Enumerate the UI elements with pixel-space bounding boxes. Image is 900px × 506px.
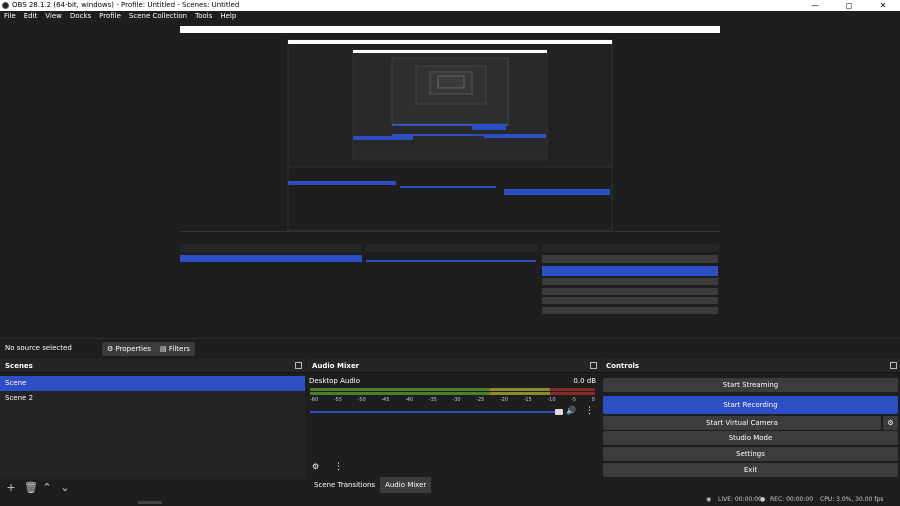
audio-mixer-title: Audio Mixer: [312, 362, 360, 370]
menu-view[interactable]: View: [41, 11, 66, 22]
mixer-menu-icon[interactable]: ⋮: [334, 462, 343, 472]
settings-button[interactable]: Settings: [603, 447, 898, 461]
meter-tick: -25: [476, 397, 485, 403]
start-virtual-camera-button[interactable]: Start Virtual Camera: [603, 416, 881, 430]
audio-mixer-dock: Audio Mixer Desktop Audio 0.0 dB -60 -55…: [307, 359, 600, 493]
virtual-camera-settings-button[interactable]: ⚙: [883, 416, 898, 430]
menu-edit[interactable]: Edit: [20, 11, 42, 22]
meter-tick: -30: [452, 397, 461, 403]
live-indicator-icon: ◉: [706, 496, 712, 503]
properties-label: Properties: [115, 345, 151, 353]
meter-tick: -20: [499, 397, 509, 403]
more-options-icon[interactable]: ⋮: [585, 406, 594, 416]
meter-tick: -40: [404, 397, 414, 403]
start-recording-button[interactable]: Start Recording: [603, 396, 898, 414]
filter-icon: ▤: [160, 345, 167, 353]
filters-label: Filters: [168, 345, 190, 353]
studio-mode-button[interactable]: Studio Mode: [603, 431, 898, 445]
menu-profile[interactable]: Profile: [95, 11, 125, 22]
exit-button[interactable]: Exit: [603, 463, 898, 477]
meter-tick: -15: [523, 397, 532, 403]
audio-level-readout: 0.0 dB: [573, 377, 596, 385]
preview-area: [0, 22, 900, 338]
filters-button[interactable]: ▤ Filters: [155, 342, 195, 356]
menu-scene-collection[interactable]: Scene Collection: [125, 11, 191, 22]
advanced-audio-gear-icon[interactable]: ⚙: [312, 462, 319, 471]
no-source-label: No source selected: [5, 344, 72, 352]
volume-slider-track[interactable]: [310, 411, 562, 413]
add-icon[interactable]: +: [6, 481, 16, 494]
rec-time: REC: 00:00:00: [770, 496, 814, 503]
cpu-fps: CPU: 3.0%, 30.00 fps: [820, 496, 884, 503]
audio-channel-name: Desktop Audio: [309, 377, 360, 385]
meter-tick-labels: -60 -55 -50 -45 -40 -35 -30 -25 -20 -15 …: [310, 397, 595, 403]
menu-bar: File Edit View Docks Profile Scene Colle…: [0, 11, 900, 22]
gear-icon: ⚙: [107, 345, 114, 353]
status-divider: [138, 501, 162, 504]
meter-tick: 0: [591, 397, 595, 403]
minimize-button[interactable]: —: [798, 0, 832, 11]
volume-slider-handle[interactable]: [555, 409, 563, 415]
recursive-preview-image: [180, 26, 720, 331]
controls-header: Controls: [601, 359, 900, 373]
scene-item[interactable]: Scene 2: [0, 391, 305, 406]
meter-tick: -5: [571, 397, 577, 403]
undock-icon[interactable]: [295, 362, 302, 369]
window-controls: — ◻ ✕: [798, 0, 900, 11]
meter-tick: -50: [357, 397, 366, 403]
window-title: OBS 28.1.2 (64-bit, windows) - Profile: …: [12, 1, 240, 9]
undock-icon[interactable]: [890, 362, 897, 369]
menu-help[interactable]: Help: [216, 11, 240, 22]
move-up-icon[interactable]: ⌃: [42, 481, 52, 494]
menu-tools[interactable]: Tools: [191, 11, 216, 22]
tab-scene-transitions[interactable]: Scene Transitions: [309, 477, 380, 493]
meter-tick: -45: [381, 397, 390, 403]
speaker-icon[interactable]: 🔊: [566, 406, 576, 415]
maximize-button[interactable]: ◻: [832, 0, 866, 11]
source-toolbar: No source selected ⚙ Properties ▤ Filter…: [0, 338, 900, 358]
undock-icon[interactable]: [590, 362, 597, 369]
close-button[interactable]: ✕: [866, 0, 900, 11]
audio-mixer-body: Desktop Audio 0.0 dB -60 -55 -50 -45 -40…: [307, 373, 600, 477]
menu-file[interactable]: File: [0, 11, 20, 22]
scene-list: Scene Scene 2: [0, 376, 305, 479]
menu-docks[interactable]: Docks: [66, 11, 95, 22]
start-streaming-button[interactable]: Start Streaming: [603, 378, 898, 392]
obs-app-icon: [2, 2, 9, 9]
meter-tick: -55: [333, 397, 342, 403]
bottom-dock-tabs: Scene Transitions Audio Mixer: [309, 477, 432, 493]
meter-tick: -35: [428, 397, 437, 403]
status-bar: ◉ LIVE: 00:00:00 ● REC: 00:00:00 CPU: 3.…: [0, 493, 900, 506]
tab-audio-mixer[interactable]: Audio Mixer: [380, 477, 432, 493]
scenes-title: Scenes: [5, 362, 33, 370]
meter-tick: -60: [310, 397, 319, 403]
audio-mixer-header: Audio Mixer: [307, 359, 600, 373]
rec-indicator-icon: ●: [760, 496, 766, 503]
window-titlebar: OBS 28.1.2 (64-bit, windows) - Profile: …: [0, 0, 900, 11]
preview-canvas[interactable]: [180, 26, 720, 331]
controls-title: Controls: [606, 362, 640, 370]
live-time: LIVE: 00:00:00: [718, 496, 762, 503]
move-down-icon[interactable]: ⌄: [60, 481, 70, 494]
scenes-dock-header: Scenes: [0, 359, 305, 373]
gear-icon: ⚙: [887, 419, 894, 427]
properties-button[interactable]: ⚙ Properties: [102, 342, 156, 356]
trash-icon[interactable]: 🗑: [24, 481, 38, 494]
meter-tick: -10: [547, 397, 556, 403]
scenes-dock: Scenes Scene Scene 2 + 🗑 ⌃ ⌄: [0, 359, 305, 494]
scene-item[interactable]: Scene: [0, 376, 305, 391]
